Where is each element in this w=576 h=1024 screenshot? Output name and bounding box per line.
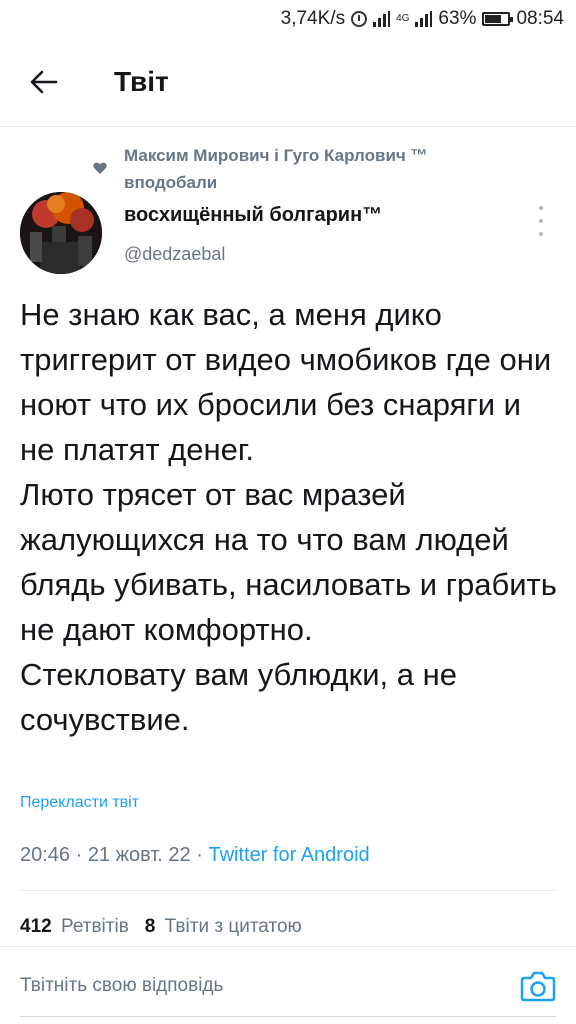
tweet-client-link[interactable]: Twitter for Android [208,844,369,866]
page-title: Твіт [114,66,169,97]
tweet-date: 21 жовт. 22 [87,844,191,866]
battery-percent: 63% [438,8,477,29]
status-bar: 3,74K/s 4G 63% 08:54 [0,0,576,38]
author-name[interactable]: восхищённый болгарин™ [124,204,382,227]
meta-separator: · [196,844,203,866]
meta-separator: · [75,844,83,866]
translate-tweet-link[interactable]: Перекласти твіт [20,794,139,812]
signal-icon-2 [415,11,433,27]
signal-icon [373,11,391,27]
social-context-text[interactable]: Максим Мирович і Гуго Карлович ™ вподоба… [124,142,484,196]
retweets-label: Ретвітів [60,916,129,937]
heart-icon [93,162,107,174]
more-dot [539,206,543,210]
reply-input[interactable]: Твітніть свою відповідь [20,975,223,997]
tweet-time: 20:46 [20,844,71,866]
top-app-bar: Твіт [0,38,576,127]
battery-icon [482,12,514,26]
back-button[interactable] [14,52,74,112]
reply-underline [20,1016,556,1017]
divider [0,946,576,947]
divider [20,890,556,891]
avatar-image [20,192,102,274]
more-dot [539,219,543,223]
camera-icon[interactable] [520,969,556,1003]
author-handle[interactable]: @dedzaebal [124,244,225,265]
clock: 08:54 [516,8,564,29]
network-speed: 3,74K/s [280,8,346,29]
tweet-text: Не знаю как вас, а меня дико триггерит о… [20,297,557,737]
more-dot [539,232,543,236]
retweets-count: 412 [20,916,52,937]
tweet-stats: 412 Ретвітів 8 Твіти з цитатою [20,916,302,938]
quotes-count: 8 [144,916,156,937]
tweet-meta: 20:46 · 21 жовт. 22 · Twitter for Androi… [20,844,370,867]
avatar[interactable] [20,192,102,274]
quotes-stat[interactable]: 8 Твіти з цитатою [145,916,302,938]
more-options-button[interactable] [535,206,547,236]
alarm-icon [351,11,368,27]
quotes-label: Твіти з цитатою [164,916,302,937]
network-type: 4G [396,13,410,24]
retweets-stat[interactable]: 412 Ретвітів [20,916,129,938]
arrow-left-icon [30,70,58,94]
reply-bar: Твітніть свою відповідь [20,960,556,1012]
